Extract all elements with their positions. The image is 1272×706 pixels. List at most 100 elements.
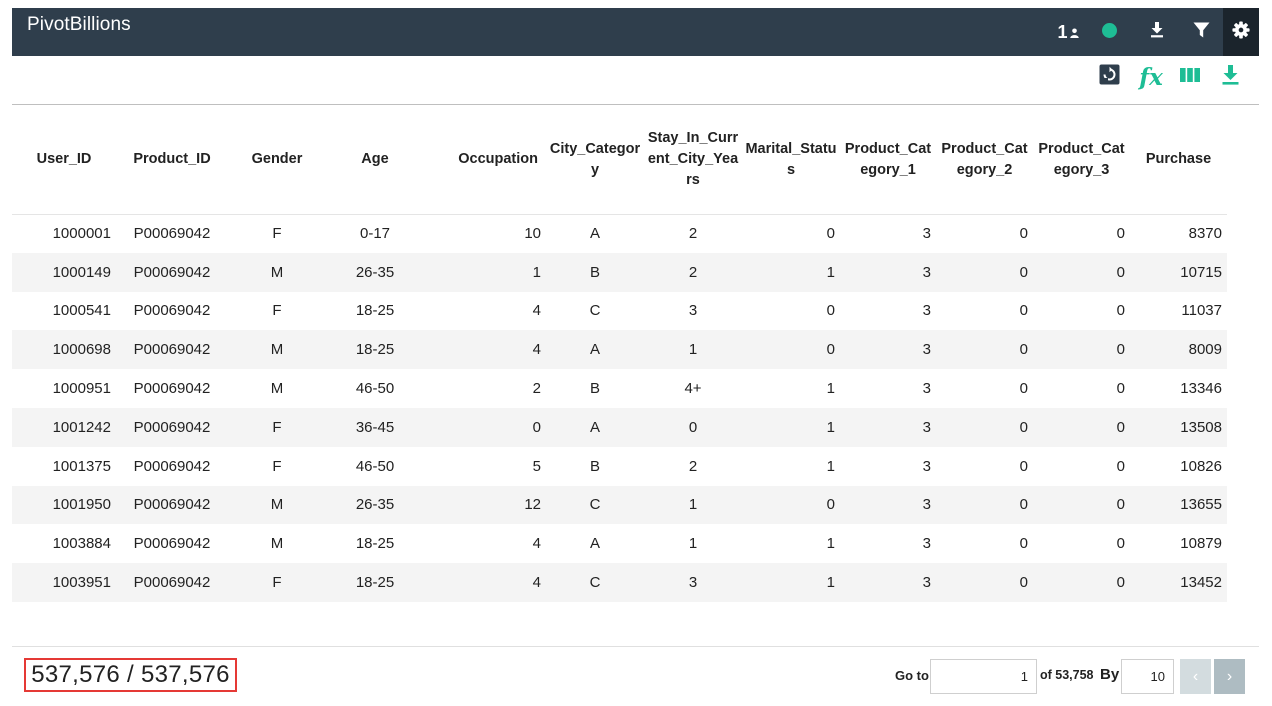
table-cell: 0 <box>936 407 1033 447</box>
table-cell: 2 <box>644 213 742 253</box>
table-cell: 0 <box>1019 302 1028 320</box>
table-cell: F <box>228 213 326 253</box>
table-cell: 18-25 <box>326 330 424 370</box>
table-cell: 0 <box>1116 457 1125 475</box>
column-header[interactable]: Marital_Status <box>742 106 840 214</box>
column-header[interactable]: Occupation <box>424 106 546 214</box>
user-count: 1 <box>1057 21 1068 42</box>
table-cell: 46-50 <box>355 380 395 398</box>
table-cell: C <box>589 302 601 320</box>
next-page-button[interactable]: › <box>1214 659 1245 694</box>
table-cell: 0 <box>1019 535 1028 553</box>
table-row[interactable]: 1001242 P00069042 F 36-45 0 A 0 1 3 0 0 13508 <box>12 407 1227 447</box>
table-cell: P00069042 <box>116 252 228 292</box>
column-header[interactable]: City_Category <box>546 106 644 214</box>
table-row[interactable]: 1000149 P00069042 M 26-35 1 B 2 1 3 0 0 10715 <box>12 252 1227 292</box>
filter-button[interactable] <box>1186 8 1216 56</box>
download-icon <box>1150 21 1164 43</box>
top-navbar: PivotBillions 1 <box>12 8 1259 56</box>
column-header[interactable]: Product_Category_1 <box>840 106 936 214</box>
table-cell: 2 <box>688 457 698 475</box>
column-header[interactable]: Age <box>326 106 424 214</box>
table-cell: 3 <box>840 330 936 370</box>
table-cell: 4 <box>532 302 541 320</box>
table-cell: 1 <box>644 330 742 370</box>
table-cell: 10715 <box>1130 252 1227 292</box>
column-header[interactable]: Gender <box>228 106 326 214</box>
table-cell: 12 <box>424 485 546 525</box>
refresh-view-button[interactable] <box>1097 62 1121 92</box>
table-cell: 3 <box>688 302 698 320</box>
table-cell: 18-25 <box>355 302 395 320</box>
table-cell: P00069042 <box>133 302 211 320</box>
previous-page-button[interactable]: ‹ <box>1180 659 1211 694</box>
status-dot-icon <box>1101 22 1117 38</box>
settings-button[interactable] <box>1223 8 1259 56</box>
table-cell: 13452 <box>1130 563 1227 602</box>
table-cell: 1001950 <box>12 485 116 525</box>
table-cell: 0 <box>424 407 546 447</box>
table-row[interactable]: 1001375 P00069042 F 46-50 5 B 2 1 3 0 0 10826 <box>12 447 1227 486</box>
table-cell: 0 <box>1019 457 1028 475</box>
table-row[interactable]: 1003951 P00069042 F 18-25 4 C 3 1 3 0 0 13452 <box>12 563 1227 602</box>
table-cell: 26-35 <box>326 252 424 292</box>
active-users-button[interactable]: 1 <box>1048 8 1088 56</box>
refresh-view-icon <box>1099 64 1120 90</box>
table-cell: 4 <box>424 563 546 602</box>
table-row[interactable]: 1000951 P00069042 M 46-50 2 B 4+ 1 3 0 0 13346 <box>12 369 1227 408</box>
table-cell: 10879 <box>1180 535 1222 553</box>
table-cell: P00069042 <box>133 535 211 553</box>
column-header[interactable]: Product_Category_3 <box>1033 106 1130 214</box>
table-cell: 3 <box>840 485 936 525</box>
table-row[interactable]: 1001950 P00069042 M 26-35 12 C 1 0 3 0 0 13655 <box>12 485 1227 525</box>
table-cell: 10826 <box>1180 457 1222 475</box>
table-cell: 0 <box>1033 252 1130 292</box>
table-cell: P00069042 <box>116 563 228 602</box>
table-cell: 3 <box>922 535 931 553</box>
table-cell: 0 <box>1116 380 1125 398</box>
table-cell: 0 <box>1033 485 1130 525</box>
connection-status[interactable] <box>1098 8 1120 56</box>
table-cell: 0 <box>826 302 835 320</box>
column-header[interactable]: Product_ID <box>116 106 228 214</box>
app-title[interactable]: PivotBillions <box>27 14 131 36</box>
table-row[interactable]: 1000001 P00069042 F 0-17 10 A 2 0 3 0 0 8370 <box>12 213 1227 253</box>
table-cell: 1 <box>688 535 698 553</box>
column-header[interactable]: Product_Category_2 <box>936 106 1033 214</box>
table-cell: P00069042 <box>116 213 228 253</box>
column-header[interactable]: Stay_In_Current_City_Years <box>644 106 742 214</box>
table-cell: 36-45 <box>326 407 424 447</box>
column-header[interactable]: Purchase <box>1130 106 1227 214</box>
table-cell: 0 <box>1033 330 1130 370</box>
table-cell: 8009 <box>1130 330 1227 370</box>
table-row[interactable]: 1003884 P00069042 M 18-25 4 A 1 1 3 0 0 10879 <box>12 524 1227 563</box>
table-cell: 4 <box>424 330 546 370</box>
table-cell: 0 <box>936 330 1033 370</box>
table-cell: F <box>272 457 282 475</box>
table-cell: 3 <box>644 563 742 602</box>
export-button[interactable] <box>1142 8 1172 56</box>
table-cell: 0 <box>644 407 742 447</box>
page-size-input[interactable]: 10 <box>1121 659 1174 694</box>
grid-body: 1000001 P00069042 F 0-17 10 A 2 0 3 0 0 8370 1000149… <box>12 213 1227 602</box>
download-icon <box>1222 64 1239 90</box>
table-row[interactable]: 1000541 P00069042 F 18-25 4 C 3 0 3 0 0 11037 <box>12 292 1227 331</box>
goto-label: Go to <box>895 668 929 683</box>
toolbar-divider <box>12 104 1259 105</box>
columns-button[interactable] <box>1177 62 1203 92</box>
column-header[interactable]: User_ID <box>12 106 116 214</box>
table-cell: 1003884 <box>52 535 111 553</box>
table-row[interactable]: 1000698 P00069042 M 18-25 4 A 1 0 3 0 0 8009 <box>12 330 1227 370</box>
chevron-left-icon: ‹ <box>1192 667 1199 685</box>
table-cell: 2 <box>532 380 541 398</box>
table-cell: 0 <box>936 252 1033 292</box>
table-download-button[interactable] <box>1217 62 1243 92</box>
page-number-input[interactable]: 1 <box>930 659 1037 694</box>
formula-button[interactable]: fx <box>1133 62 1169 92</box>
data-grid: User_ID Product_ID Gender Age Occupation… <box>12 106 1227 602</box>
table-cell: P00069042 <box>133 380 211 398</box>
table-cell: 0 <box>1033 213 1130 253</box>
table-cell: 3 <box>922 302 931 320</box>
table-cell: F <box>272 302 282 320</box>
chevron-right-icon: › <box>1226 667 1233 685</box>
